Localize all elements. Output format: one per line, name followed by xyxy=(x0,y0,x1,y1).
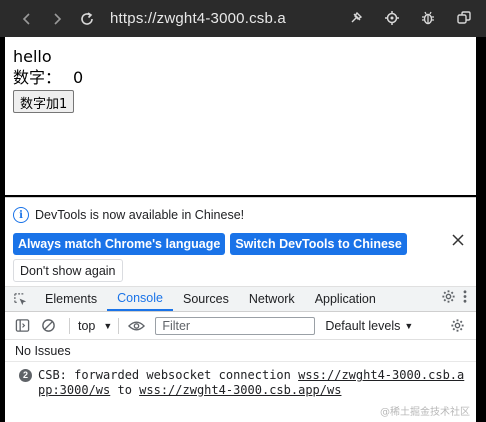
switch-chinese-button[interactable]: Switch DevTools to Chinese xyxy=(230,233,407,255)
message-middle: to xyxy=(110,383,140,397)
levels-value: Default levels xyxy=(325,318,401,333)
bug-icon[interactable] xyxy=(412,3,444,33)
console-settings-gear-icon[interactable] xyxy=(446,315,468,337)
forward-arrow-icon[interactable] xyxy=(42,4,72,34)
repeat-count-badge: 2 xyxy=(19,369,32,382)
context-value: top xyxy=(78,318,96,333)
info-message: DevTools is now available in Chinese! xyxy=(35,208,245,222)
count-label: 数字： xyxy=(13,68,62,87)
window-icon[interactable] xyxy=(448,3,480,33)
websocket-link-target[interactable]: wss://zwght4-3000.csb.app/ws xyxy=(139,383,341,397)
filter-input[interactable]: Filter xyxy=(155,316,316,335)
inspect-element-icon[interactable] xyxy=(5,287,35,311)
increment-button[interactable]: 数字加1 xyxy=(13,90,75,113)
browser-toolbar: https://zwght4-3000.csb.app xyxy=(0,0,486,37)
eye-icon[interactable] xyxy=(125,315,147,337)
issues-status: No Issues xyxy=(5,340,476,362)
page-viewport: hello 数字： 0 数字加1 xyxy=(5,37,476,195)
language-infobar: i DevTools is now available in Chinese! … xyxy=(5,198,476,282)
address-bar[interactable]: https://zwght4-3000.csb.app xyxy=(110,10,286,27)
crosshair-icon[interactable] xyxy=(376,3,408,33)
pin-icon[interactable] xyxy=(340,3,372,33)
count-value: 0 xyxy=(73,68,84,87)
log-levels-select[interactable]: Default levels ▼ xyxy=(325,319,413,333)
sidebar-toggle-icon[interactable] xyxy=(11,315,33,337)
triangle-down-icon: ▼ xyxy=(103,320,113,331)
context-select[interactable]: top ▼ xyxy=(78,319,112,333)
back-arrow-icon[interactable] xyxy=(12,4,42,34)
divider xyxy=(69,317,70,334)
hello-text: hello xyxy=(13,47,52,66)
watermark: @稀土掘金技术社区 xyxy=(380,407,470,418)
devtools-tabs: Elements Console Sources Network Applica… xyxy=(5,286,476,312)
count-line: 数字： 0 xyxy=(13,67,468,89)
console-message-text: CSB: forwarded websocket connection wss:… xyxy=(38,368,466,398)
devtools-panel: i DevTools is now available in Chinese! … xyxy=(5,197,476,422)
match-language-button[interactable]: Always match Chrome's language xyxy=(13,233,226,255)
divider xyxy=(118,317,120,334)
message-prefix: CSB: forwarded websocket connection xyxy=(38,368,299,382)
tab-application[interactable]: Application xyxy=(305,287,386,311)
console-toolbar: top ▼ Filter Default levels ▼ xyxy=(5,312,476,340)
tab-elements[interactable]: Elements xyxy=(35,287,107,311)
tab-console[interactable]: Console xyxy=(107,287,173,311)
reload-icon[interactable] xyxy=(72,4,102,34)
dont-show-again-button[interactable]: Don't show again xyxy=(13,259,123,282)
close-icon[interactable] xyxy=(450,232,466,248)
more-options-icon[interactable] xyxy=(462,289,468,309)
browser-window: https://zwght4-3000.csb.app hello 数字： 0 … xyxy=(0,0,486,422)
settings-gear-icon[interactable] xyxy=(441,289,456,309)
console-message: 2 CSB: forwarded websocket connection ws… xyxy=(5,366,476,400)
info-icon: i xyxy=(13,207,29,223)
tab-sources[interactable]: Sources xyxy=(173,287,239,311)
clear-console-icon[interactable] xyxy=(37,315,59,337)
triangle-down-icon: ▼ xyxy=(404,320,414,331)
tab-network[interactable]: Network xyxy=(239,287,305,311)
